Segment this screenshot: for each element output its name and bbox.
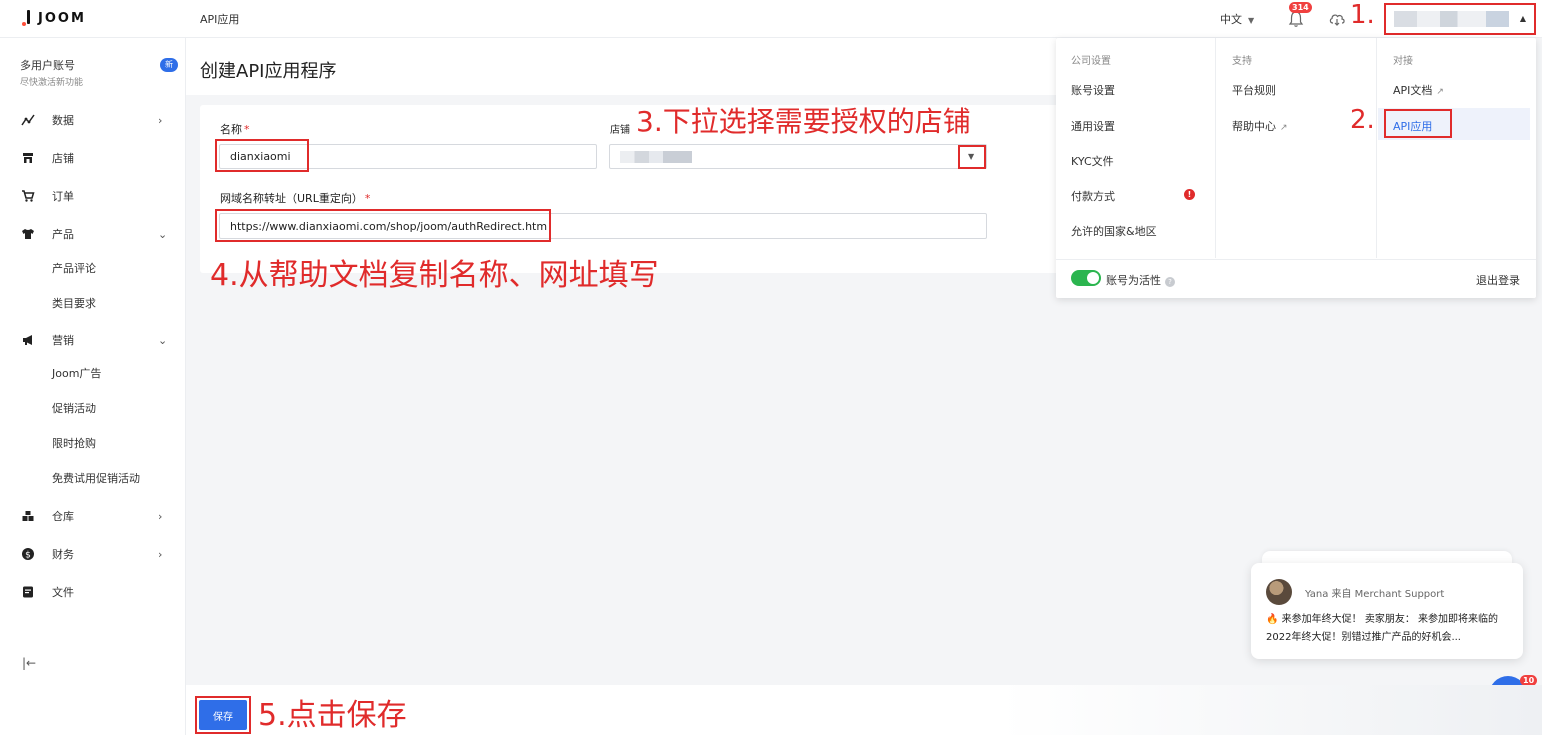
- sidebar-item-marketing[interactable]: 营销 ⌄: [0, 328, 186, 352]
- logo-text: JOOM: [38, 10, 86, 26]
- language-label: 中文: [1220, 13, 1242, 26]
- shop-label: 店铺: [610, 125, 630, 136]
- menu-item-allowed-countries[interactable]: 允许的国家&地区: [1071, 223, 1157, 239]
- dollar-icon: $: [21, 547, 35, 561]
- annotation-step-5: 5.点击保存: [258, 698, 407, 733]
- menu-item-account-settings[interactable]: 账号设置: [1071, 82, 1115, 98]
- menu-header-company: 公司设置: [1071, 56, 1111, 67]
- menu-item-kyc-files[interactable]: KYC文件: [1071, 153, 1114, 169]
- menu-item-api-apps[interactable]: API应用: [1393, 118, 1432, 134]
- sidebar-item-files[interactable]: 文件: [0, 580, 186, 604]
- sidebar-subitem-free-trial[interactable]: 免费试用促销活动: [52, 470, 140, 486]
- sidebar-item-finance[interactable]: $ 财务 ›: [0, 542, 186, 566]
- chevron-right-icon: ›: [158, 547, 163, 561]
- joom-logo[interactable]: JOOM: [22, 10, 86, 26]
- sidebar-item-warehouse[interactable]: 仓库 ›: [0, 504, 186, 528]
- help-icon: ?: [1165, 277, 1175, 287]
- sidebar-item-label: 数据: [52, 114, 74, 127]
- language-selector[interactable]: 中文 ▼: [1220, 11, 1254, 27]
- caret-down-icon: ▼: [1248, 16, 1255, 25]
- megaphone-icon: [21, 333, 35, 347]
- top-bar: JOOM API应用 中文 ▼ 314 ▲: [0, 0, 1542, 38]
- chevron-down-icon: ⌄: [158, 333, 168, 347]
- user-account-menu[interactable]: ▲: [1384, 3, 1536, 35]
- active-toggle[interactable]: [1071, 270, 1101, 286]
- shop-select[interactable]: [609, 144, 987, 169]
- sidebar-item-label: 营销: [52, 334, 74, 347]
- menu-item-api-docs[interactable]: API文档 ↗: [1393, 82, 1444, 98]
- chat-sender: Yana 来自 Merchant Support: [1305, 589, 1445, 600]
- sidebar: 多用户账号 尽快激活新功能 新 数据 › 店铺 订单 产品 ⌄ 产品评论 类目要…: [0, 38, 186, 735]
- external-link-icon: ↗: [1280, 123, 1288, 133]
- url-label: 网域名称转址（URL重定向） *: [220, 192, 371, 205]
- new-badge: 新: [160, 58, 178, 72]
- sidebar-item-data[interactable]: 数据 ›: [0, 108, 186, 132]
- menu-item-payment-methods[interactable]: 付款方式: [1071, 188, 1115, 204]
- joom-logo-icon: [22, 10, 30, 26]
- avatar: [1266, 579, 1292, 605]
- annotation-step-4: 4.从帮助文档复制名称、网址填写: [210, 258, 659, 293]
- sidebar-subitem-promotions[interactable]: 促销活动: [52, 400, 96, 416]
- svg-text:$: $: [25, 551, 31, 561]
- file-icon: [21, 585, 35, 599]
- chevron-right-icon: ›: [158, 113, 163, 127]
- page-crumb: API应用: [200, 13, 240, 26]
- name-value: dianxiaomi: [230, 150, 291, 163]
- name-input[interactable]: dianxiaomi: [219, 144, 597, 169]
- account-dropdown-menu: 公司设置 账号设置 通用设置 KYC文件 付款方式 ! 允许的国家&地区 支持 …: [1056, 38, 1536, 298]
- menu-header-integration: 对接: [1393, 56, 1413, 67]
- shirt-icon: [21, 227, 35, 241]
- url-input[interactable]: https://www.dianxiaomi.com/shop/joom/aut…: [219, 213, 987, 239]
- sidebar-subitem-category-requirements[interactable]: 类目要求: [52, 295, 96, 311]
- sidebar-item-label: 产品: [52, 228, 74, 241]
- chevron-right-icon: ›: [158, 509, 163, 523]
- multi-user-title: 多用户账号: [20, 59, 75, 72]
- logout-link[interactable]: 退出登录: [1476, 272, 1520, 288]
- cart-icon: [21, 189, 35, 203]
- menu-item-general-settings[interactable]: 通用设置: [1071, 118, 1115, 134]
- save-button[interactable]: 保存: [199, 700, 247, 730]
- multi-user-account[interactable]: 多用户账号 尽快激活新功能: [20, 57, 83, 88]
- sidebar-item-orders[interactable]: 订单: [0, 184, 186, 208]
- annotation-step-3: 3.下拉选择需要授权的店铺: [636, 105, 971, 138]
- notification-badge: 314: [1289, 2, 1312, 13]
- menu-item-help-center[interactable]: 帮助中心 ↗: [1232, 118, 1288, 134]
- multi-user-subtitle: 尽快激活新功能: [20, 78, 84, 88]
- active-label: 账号为活性?: [1106, 272, 1175, 288]
- caret-up-icon: ▲: [1519, 14, 1526, 23]
- chevron-down-icon: ⌄: [158, 227, 168, 241]
- page-title: 创建API应用程序: [200, 61, 337, 82]
- warehouse-icon: [21, 509, 35, 523]
- annotation-step-1: 1.: [1350, 0, 1375, 30]
- sidebar-item-label: 财务: [52, 548, 74, 561]
- collapse-sidebar-icon[interactable]: |←: [22, 656, 36, 670]
- annotation-step-2: 2.: [1350, 105, 1375, 135]
- url-value: https://www.dianxiaomi.com/shop/joom/aut…: [230, 219, 548, 233]
- sidebar-item-products[interactable]: 产品 ⌄: [0, 222, 186, 246]
- page-header: 创建API应用程序: [186, 38, 1056, 95]
- menu-header-support: 支持: [1232, 56, 1252, 67]
- sidebar-subitem-joom-ads[interactable]: Joom广告: [52, 365, 101, 381]
- sidebar-item-label: 店铺: [52, 152, 74, 165]
- name-label: 名称 *: [220, 123, 250, 136]
- external-link-icon: ↗: [1436, 87, 1444, 97]
- fire-icon: 🔥: [1266, 614, 1279, 625]
- sidebar-item-label: 订单: [52, 190, 74, 203]
- shop-value-blurred: [620, 150, 692, 163]
- sidebar-subitem-flash-sales[interactable]: 限时抢购: [52, 435, 96, 451]
- sidebar-subitem-product-reviews[interactable]: 产品评论: [52, 260, 96, 276]
- sidebar-item-label: 仓库: [52, 510, 74, 523]
- menu-item-platform-rules[interactable]: 平台规则: [1232, 82, 1276, 98]
- store-icon: [21, 151, 35, 165]
- chart-line-icon: [21, 113, 35, 127]
- cloud-download-icon[interactable]: [1328, 11, 1346, 27]
- user-name-blurred: [1394, 11, 1509, 27]
- warning-icon: !: [1184, 189, 1195, 200]
- sidebar-item-store[interactable]: 店铺: [0, 146, 186, 170]
- support-chat-preview[interactable]: Yana 来自 Merchant Support 🔥 来参加年终大促！ 卖家朋友…: [1251, 563, 1523, 659]
- chat-message: 🔥 来参加年终大促！ 卖家朋友： 来参加即将来临的2022年终大促！别错过推广产…: [1266, 614, 1498, 643]
- sidebar-item-label: 文件: [52, 586, 74, 599]
